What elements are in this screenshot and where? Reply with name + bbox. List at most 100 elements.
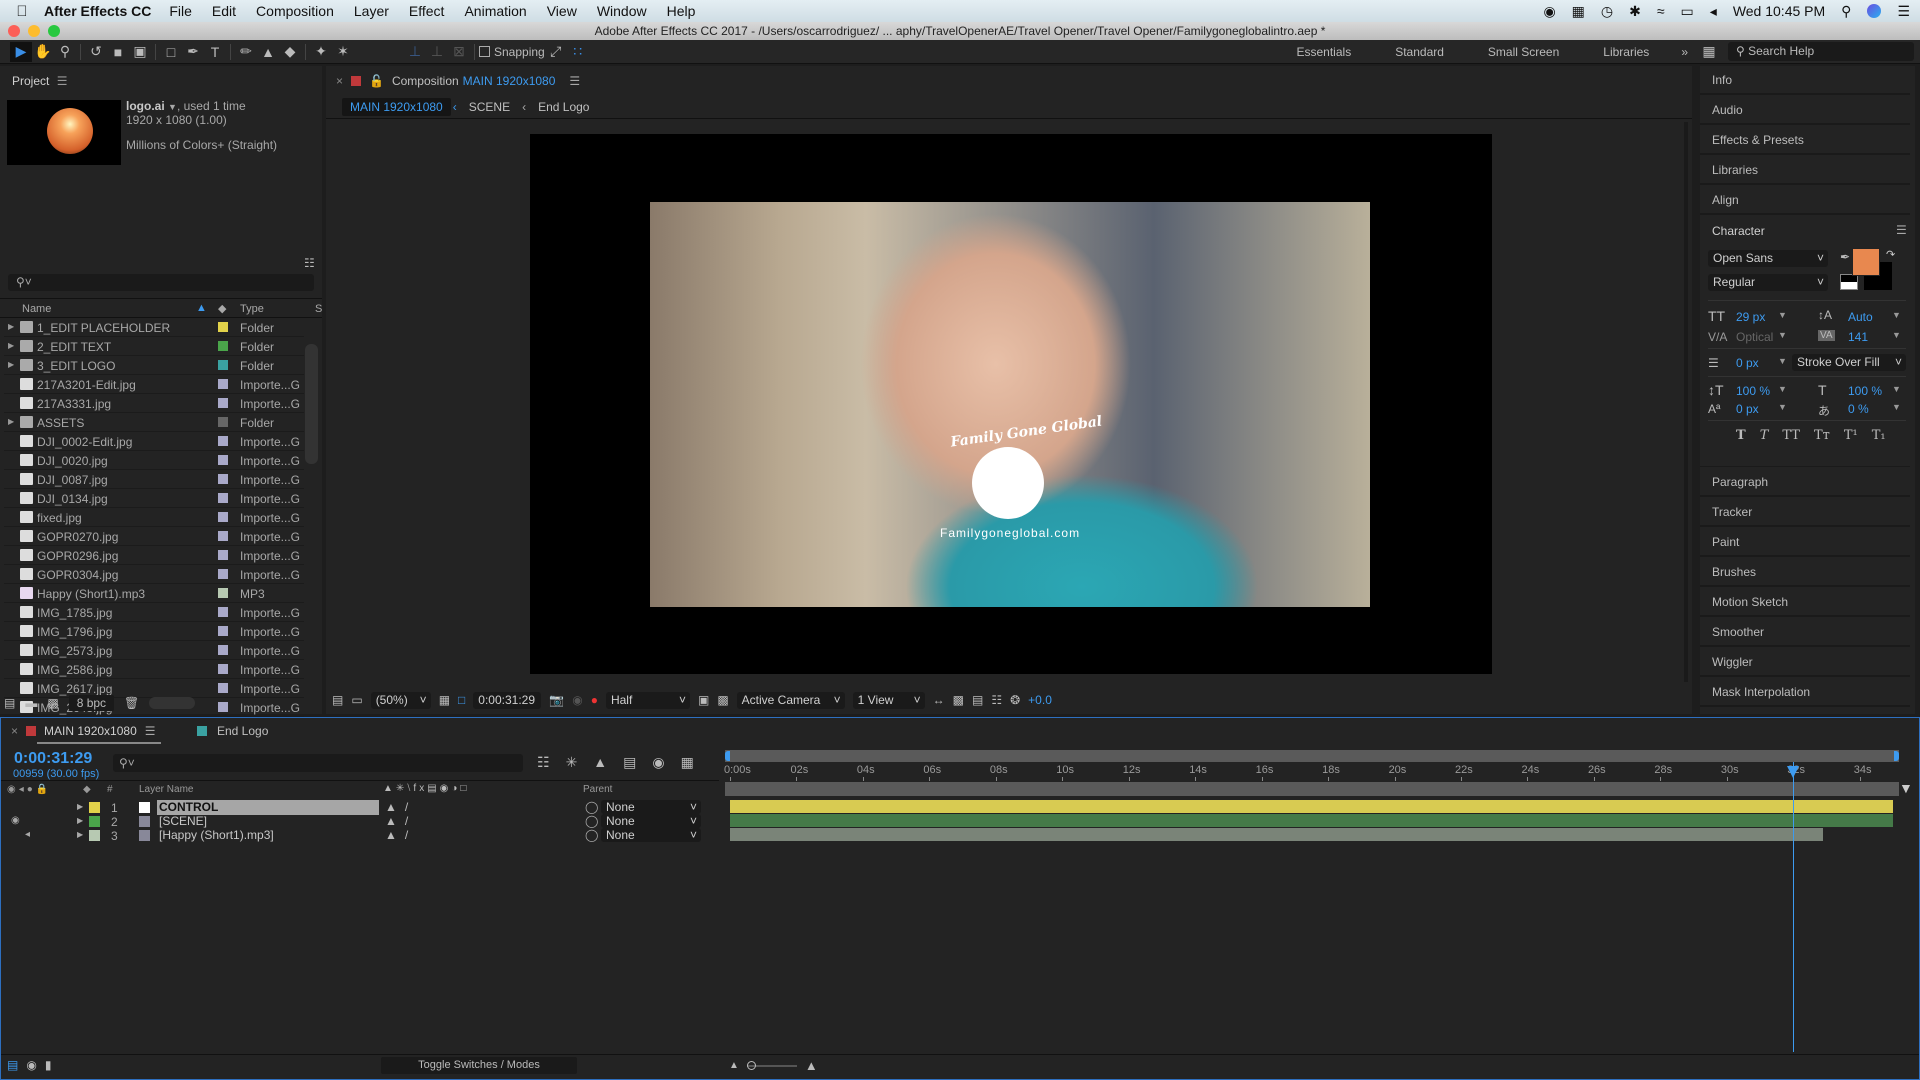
breadcrumb-main[interactable]: MAIN 1920x1080 bbox=[342, 98, 451, 116]
layer-label-color[interactable] bbox=[89, 830, 100, 841]
project-item[interactable]: IMG_2573.jpg Importe...G bbox=[4, 641, 304, 660]
layer-search-input[interactable]: ⚲˅ bbox=[113, 754, 523, 772]
siri-icon[interactable] bbox=[1867, 4, 1882, 18]
work-area-end-handle[interactable] bbox=[1894, 751, 1899, 761]
project-item[interactable]: IMG_1796.jpg Importe...G bbox=[4, 622, 304, 641]
project-item[interactable]: GOPR0304.jpg Importe...G bbox=[4, 565, 304, 584]
menu-help[interactable]: Help bbox=[667, 3, 696, 19]
parent-dropdown[interactable]: None ˅ bbox=[601, 828, 701, 842]
fill-color-swatch[interactable] bbox=[1852, 248, 1880, 276]
menu-file[interactable]: File bbox=[169, 3, 192, 19]
project-item[interactable]: fixed.jpg Importe...G bbox=[4, 508, 304, 527]
horizontal-scale-value[interactable]: 100 % bbox=[1848, 384, 1882, 398]
project-item[interactable]: 217A3331.jpg Importe...G bbox=[4, 394, 304, 413]
brushes-panel-tab[interactable]: Brushes bbox=[1700, 558, 1910, 587]
motion-sketch-panel-tab[interactable]: Motion Sketch bbox=[1700, 588, 1910, 617]
bpc-button[interactable]: 8 bpc bbox=[68, 695, 115, 711]
layer-duration-bar[interactable] bbox=[730, 814, 1893, 827]
current-time[interactable]: 0:00:31:29 bbox=[14, 750, 92, 768]
column-layer-name[interactable]: Layer Name bbox=[139, 784, 193, 795]
faux-italic-button[interactable]: T bbox=[1760, 428, 1769, 443]
project-item[interactable]: ▶ 2_EDIT TEXT Folder bbox=[4, 337, 304, 356]
sort-ascending-icon[interactable]: ▲ bbox=[196, 302, 207, 314]
toggle-switches-modes-button[interactable]: Toggle Switches / Modes bbox=[381, 1057, 577, 1074]
transfer-controls-pane-icon[interactable]: ◉ bbox=[26, 1058, 36, 1072]
world-axis-icon[interactable]: ⊥ bbox=[426, 42, 448, 62]
camera-tool-icon[interactable]: ■ bbox=[107, 42, 129, 62]
effects-presets-panel-tab[interactable]: Effects & Presets bbox=[1700, 126, 1910, 155]
apple-menu-icon[interactable]:  bbox=[0, 3, 44, 20]
in-out-pane-icon[interactable]: ▮ bbox=[45, 1058, 52, 1072]
region-of-interest-icon[interactable]: ▦ bbox=[439, 693, 450, 707]
project-item[interactable]: ▶ 1_EDIT PLACEHOLDER Folder bbox=[4, 318, 304, 337]
project-item[interactable]: 217A3201-Edit.jpg Importe...G bbox=[4, 375, 304, 394]
small-caps-button[interactable]: Tт bbox=[1814, 428, 1830, 443]
workspace-small-screen[interactable]: Small Screen bbox=[1488, 45, 1559, 59]
stroke-mode-dropdown[interactable]: Stroke Over Fill ˅ bbox=[1792, 354, 1906, 371]
time-ruler[interactable]: 0:00s 02s 04s 06s 08s 10s 12s 14s 16s 18s 20s 22s 24… bbox=[724, 762, 1899, 782]
brush-tool-icon[interactable]: ✏ bbox=[235, 42, 257, 62]
search-help-input[interactable]: ⚲ Search Help bbox=[1728, 42, 1914, 61]
project-item[interactable]: GOPR0296.jpg Importe...G bbox=[4, 546, 304, 565]
breadcrumb-end-logo[interactable]: End Logo bbox=[538, 100, 589, 114]
current-time-display[interactable]: 0:00:31:29 bbox=[473, 691, 542, 709]
flowchart-icon[interactable]: ☷ bbox=[991, 693, 1002, 707]
local-axis-icon[interactable]: ⊥ bbox=[404, 42, 426, 62]
layer-name[interactable]: [SCENE] bbox=[157, 814, 379, 829]
more-workspaces-button[interactable]: » bbox=[1681, 45, 1688, 59]
video-visibility-icon[interactable]: ◉ bbox=[11, 815, 20, 826]
monitor-icon[interactable]: ▭ bbox=[351, 693, 362, 707]
camera-dropdown[interactable]: Active Camera ˅ bbox=[736, 691, 845, 709]
project-item-label[interactable] bbox=[218, 607, 228, 617]
zoom-in-icon[interactable]: ▲ bbox=[805, 1058, 818, 1073]
clone-stamp-tool-icon[interactable]: ▲ bbox=[257, 42, 279, 62]
paint-panel-tab[interactable]: Paint bbox=[1700, 528, 1910, 557]
timeline-tab-end-logo[interactable]: End Logo bbox=[197, 724, 268, 738]
expand-layer-icon[interactable]: ▶ bbox=[77, 830, 83, 839]
toggle-transparency-icon[interactable]: ▩ bbox=[717, 693, 728, 707]
project-item[interactable]: ▶ ASSETS Folder bbox=[4, 413, 304, 432]
vertical-scale-dropdown-arrow[interactable]: ▼ bbox=[1778, 384, 1787, 394]
project-item-label[interactable] bbox=[218, 341, 228, 351]
layer-label-color[interactable] bbox=[89, 802, 100, 813]
font-family-dropdown[interactable]: Open Sans ˅ bbox=[1708, 250, 1828, 267]
menu-edit[interactable]: Edit bbox=[212, 3, 236, 19]
eraser-tool-icon[interactable]: ◆ bbox=[279, 42, 301, 62]
frame-blending-icon[interactable]: ▤ bbox=[623, 754, 636, 771]
current-time-indicator[interactable] bbox=[1787, 762, 1800, 1052]
superscript-button[interactable]: T¹ bbox=[1844, 428, 1858, 443]
kerning-value[interactable]: Optical bbox=[1736, 330, 1773, 344]
project-horizontal-scrollbar[interactable] bbox=[149, 697, 196, 709]
menu-view[interactable]: View bbox=[547, 3, 577, 19]
pixel-aspect-icon[interactable]: ↔ bbox=[933, 693, 945, 707]
project-item[interactable]: DJI_0020.jpg Importe...G bbox=[4, 451, 304, 470]
swap-colors-icon[interactable]: ↷ bbox=[1886, 248, 1895, 261]
layer-duration-bar[interactable] bbox=[730, 800, 1893, 813]
panel-menu-icon[interactable]: ☰ bbox=[145, 724, 156, 738]
menu-layer[interactable]: Layer bbox=[354, 3, 389, 19]
menu-composition[interactable]: Composition bbox=[256, 3, 334, 19]
timeline-tab-main[interactable]: × MAIN 1920x1080 ☰ bbox=[11, 724, 156, 738]
layer-name[interactable]: CONTROL bbox=[157, 800, 379, 815]
stroke-width-value[interactable]: 0 px bbox=[1736, 356, 1759, 370]
playhead-handle[interactable] bbox=[1787, 766, 1800, 778]
expand-layer-icon[interactable]: ▶ bbox=[77, 816, 83, 825]
zoom-window-button[interactable] bbox=[48, 25, 60, 37]
snapshot-icon[interactable]: 📷 bbox=[549, 693, 564, 707]
stroke-width-dropdown-arrow[interactable]: ▼ bbox=[1778, 356, 1787, 366]
comp-marker-bin-icon[interactable]: ▼ bbox=[1899, 780, 1913, 796]
project-item[interactable]: ▶ 3_EDIT LOGO Folder bbox=[4, 356, 304, 375]
parent-dropdown[interactable]: None ˅ bbox=[601, 814, 701, 828]
creative-cloud-icon[interactable]: ◉ bbox=[1543, 3, 1555, 20]
project-item[interactable]: DJI_0002-Edit.jpg Importe...G bbox=[4, 432, 304, 451]
work-area-start-handle[interactable] bbox=[725, 751, 730, 761]
kerning-dropdown-arrow[interactable]: ▼ bbox=[1778, 330, 1787, 340]
tracker-panel-tab[interactable]: Tracker bbox=[1700, 498, 1910, 527]
pen-tool-icon[interactable]: ✒ bbox=[182, 42, 204, 62]
fast-previews-icon[interactable]: ▣ bbox=[698, 693, 709, 707]
project-item-label[interactable] bbox=[218, 569, 228, 579]
project-item[interactable]: DJI_0087.jpg Importe...G bbox=[4, 470, 304, 489]
project-item[interactable]: DJI_0134.jpg Importe...G bbox=[4, 489, 304, 508]
column-size[interactable]: S bbox=[315, 303, 322, 315]
work-area-bar[interactable] bbox=[725, 750, 1899, 762]
